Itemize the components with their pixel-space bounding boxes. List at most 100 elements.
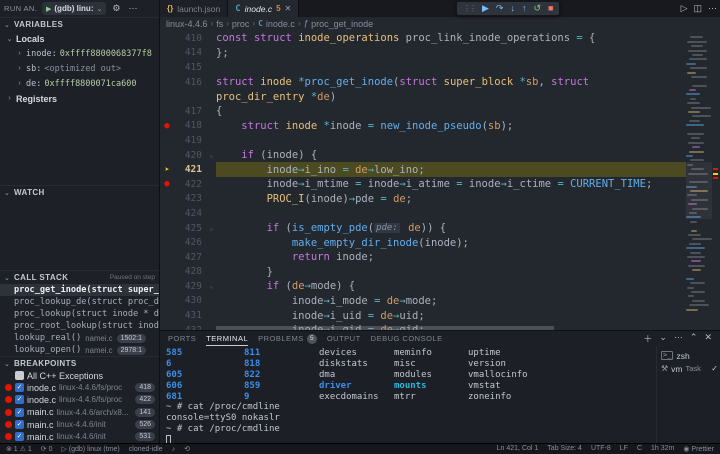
terminal-dropdown-icon[interactable]: ⌄ <box>659 332 667 345</box>
stack-frame[interactable]: lookup_real()namei.c1502:1 <box>0 332 159 344</box>
status-item[interactable]: 1h 32m <box>651 445 674 453</box>
variable-row[interactable]: ›inode:0xffff8800068377f8 <box>0 46 159 61</box>
drag-handle[interactable]: ⋮⋮ <box>460 2 478 15</box>
status-item[interactable]: ⊗ 1 ⚠ 1 <box>6 445 32 453</box>
breakpoint-row[interactable]: ✓main.clinux-4.4.6/init531 <box>0 431 159 443</box>
code-line[interactable]: 419 <box>160 133 686 148</box>
breakpoint-icon[interactable]: ● <box>160 177 174 191</box>
tab-launch-json[interactable]: {} launch.json <box>160 0 228 17</box>
code-line[interactable]: 429⌄ if (de→mode) { <box>160 279 686 294</box>
close-icon[interactable]: ✕ <box>285 4 292 13</box>
split-editor-icon[interactable]: ◫ <box>693 3 702 14</box>
status-item[interactable]: Tab Size: 4 <box>547 445 582 453</box>
exception-breakpoint-row[interactable]: All C++ Exceptions <box>0 370 159 382</box>
registers-group[interactable]: › Registers <box>0 91 159 106</box>
stack-frame[interactable]: proc_lookup(struct inode * di <box>0 308 159 320</box>
minimap[interactable] <box>686 30 712 330</box>
more-actions-icon[interactable]: ⋯ <box>708 3 717 14</box>
status-item[interactable]: Ln 421, Col 1 <box>497 445 539 453</box>
tab-problems[interactable]: PROBLEMS5 <box>258 331 317 346</box>
code-line[interactable]: 423 PROC_I(inode)→pde = de; <box>160 192 686 207</box>
stack-frame[interactable]: proc_root_lookup(struct inode <box>0 320 159 332</box>
call-stack-header[interactable]: ⌄ CALL STACK Paused on step <box>0 271 159 284</box>
more-actions-icon[interactable]: ⋯ <box>126 3 139 14</box>
code-line[interactable]: 417{ <box>160 104 686 119</box>
fold-indicator[interactable]: ⌄ <box>207 224 216 232</box>
code-line[interactable]: 431 inode→i_uid = de→uid; <box>160 308 686 323</box>
locals-group[interactable]: ⌄ Locals <box>0 31 159 46</box>
code-line[interactable]: 426 make_empty_dir_inode(inode); <box>160 235 686 250</box>
terminal-session-zsh[interactable]: >_ zsh <box>661 349 718 362</box>
terminal-session-vm-task[interactable]: ⚒ vm Task ✓ <box>661 362 718 375</box>
debug-config-dropdown[interactable]: ▶ (gdb) linu: ⌄ <box>42 2 106 15</box>
code-line[interactable]: 414}; <box>160 46 686 61</box>
code-line[interactable]: 416struct inode *proc_get_inode(struct s… <box>160 75 686 90</box>
step-into-button[interactable]: ↓ <box>507 2 518 15</box>
breakpoint-icon[interactable]: ● <box>160 119 174 133</box>
breadcrumb-item[interactable]: linux-4.4.6 <box>166 19 208 29</box>
variable-row[interactable]: ›sb:<optimized out> <box>0 61 159 76</box>
tab-inode-c[interactable]: C inode.c 5 ✕ <box>228 0 299 17</box>
breakpoint-checkbox[interactable]: ✓ <box>15 420 24 429</box>
breadcrumb-item[interactable]: inode.c <box>266 19 295 29</box>
status-item[interactable]: ♪ <box>172 446 176 453</box>
code-editor[interactable]: 410const struct inode_operations proc_li… <box>160 30 720 330</box>
code-line[interactable]: 428 } <box>160 265 686 280</box>
status-item[interactable]: UTF-8 <box>591 445 611 453</box>
tab-output[interactable]: OUTPUT <box>327 331 361 346</box>
stack-frame[interactable]: lookup_open()namei.c2978:1 <box>0 344 159 356</box>
variables-header[interactable]: ⌄ VARIABLES <box>0 18 159 31</box>
code-line[interactable]: ➤421 inode→i_ino = de→low_ino; <box>160 162 686 177</box>
fold-indicator[interactable]: ⌄ <box>207 151 216 159</box>
breadcrumb-item[interactable]: fs <box>216 19 223 29</box>
check-icon[interactable]: ✓ <box>711 364 718 373</box>
tab-ports[interactable]: PORTS <box>168 331 196 346</box>
code-line[interactable]: 420⌄ if (inode) { <box>160 148 686 163</box>
more-actions-icon[interactable]: ⋯ <box>674 332 683 345</box>
close-panel-icon[interactable]: ✕ <box>704 332 712 345</box>
restart-button[interactable]: ↺ <box>530 2 544 15</box>
code-line[interactable]: 410const struct inode_operations proc_li… <box>160 31 686 46</box>
stack-frame[interactable]: proc_get_inode(struct super_b <box>0 284 159 296</box>
breakpoint-checkbox[interactable]: ✓ <box>15 383 24 392</box>
status-item[interactable]: ▷ (gdb) linux (tme) <box>61 445 119 453</box>
status-item[interactable]: ⟲ <box>184 445 190 453</box>
code-line[interactable]: 415 <box>160 60 686 75</box>
status-item[interactable]: cloned-idle <box>129 446 163 453</box>
terminal-cursor[interactable] <box>166 435 171 443</box>
status-item[interactable]: LF <box>620 445 628 453</box>
exceptions-checkbox[interactable] <box>15 371 24 380</box>
breakpoint-row[interactable]: ✓inode.clinux-4.4.6/fs/proc422 <box>0 394 159 406</box>
terminal-output[interactable]: 585811devicesmeminfouptime6818diskstatsm… <box>160 346 656 443</box>
variable-row[interactable]: ›de:0xffff8800071ca600 <box>0 76 159 91</box>
gear-icon[interactable]: ⚙ <box>110 3 122 14</box>
stack-frame[interactable]: proc_lookup_de(struct proc_di <box>0 296 159 308</box>
breakpoint-checkbox[interactable]: ✓ <box>15 432 24 441</box>
breakpoint-row[interactable]: ✓main.clinux-4.4.6/init526 <box>0 418 159 430</box>
breakpoints-header[interactable]: ⌄ BREAKPOINTS <box>0 357 159 370</box>
breakpoint-checkbox[interactable]: ✓ <box>15 408 24 417</box>
maximize-panel-icon[interactable]: ⌃ <box>690 332 698 345</box>
tab-terminal[interactable]: TERMINAL <box>206 331 248 346</box>
minimap-slider[interactable] <box>686 162 712 219</box>
run-file-icon[interactable]: ▷ <box>681 3 688 14</box>
breakpoint-row[interactable]: ✓inode.clinux-4.4.6/fs/proc418 <box>0 382 159 394</box>
watch-header[interactable]: ⌄ WATCH <box>0 186 159 199</box>
code-line[interactable]: ●422 inode→i_mtime = inode→i_atime = ino… <box>160 177 686 192</box>
breadcrumb-item[interactable]: proc_get_inode <box>311 19 373 29</box>
fold-indicator[interactable]: ⌄ <box>207 282 216 290</box>
continue-button[interactable]: ▶ <box>479 2 492 15</box>
code-line[interactable]: proc_dir_entry *de) <box>160 89 686 104</box>
scrollbar-thumb[interactable] <box>216 326 554 330</box>
status-item[interactable]: ⟳ 0 <box>41 445 53 453</box>
code-line[interactable]: 427 return inode; <box>160 250 686 265</box>
new-terminal-icon[interactable]: ＋ <box>643 332 652 345</box>
step-over-button[interactable]: ↷ <box>493 2 507 15</box>
breadcrumb-item[interactable]: proc <box>232 19 250 29</box>
code-line[interactable]: 425⌄ if (is_empty_pde(pde: de)) { <box>160 221 686 236</box>
status-item[interactable]: C <box>637 445 642 453</box>
code-line[interactable]: 430 inode→i_mode = de→mode; <box>160 294 686 309</box>
stop-button[interactable]: ■ <box>545 2 556 15</box>
status-item[interactable]: ◉ Prettier <box>683 445 714 453</box>
step-out-button[interactable]: ↑ <box>519 2 530 15</box>
